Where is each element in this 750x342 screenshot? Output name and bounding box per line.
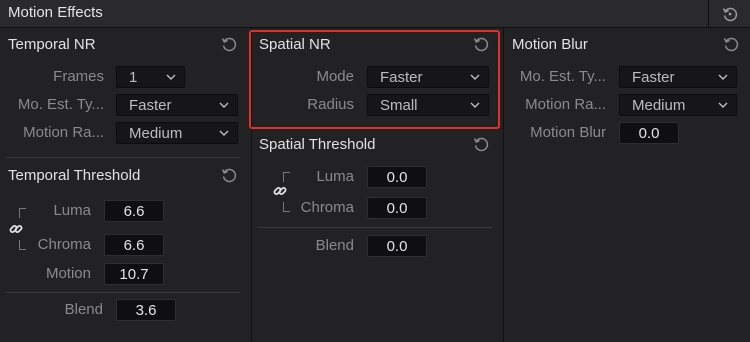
temporal-motion-field[interactable]: 10.7 [104,263,164,285]
window-title: Motion Effects [8,4,103,21]
motion-range-value: Medium [129,125,183,142]
reset-icon[interactable] [722,35,740,53]
mb-motion-range-label: Motion Ra... [525,96,606,113]
frames-value: 1 [129,69,138,86]
motion-range-dropdown[interactable]: Medium [116,122,238,144]
chevron-down-icon [219,102,229,108]
panel-divider [503,28,504,342]
section-divider [6,157,240,158]
temporal-chroma-field[interactable]: 6.6 [104,234,164,256]
mb-mo-est-type-dropdown[interactable]: Faster [619,66,737,88]
spatial-radius-label: Radius [307,96,354,113]
chevron-down-icon [470,102,480,108]
window-titlebar: Motion Effects [0,0,750,28]
chevron-down-icon [219,130,229,136]
spatial-blend-field[interactable]: 0.0 [367,235,427,257]
spatial-radius-value: Small [380,97,418,114]
link-icon[interactable] [273,184,287,198]
spatial-radius-dropdown[interactable]: Small [367,94,489,116]
temporal-threshold-title: Temporal Threshold [8,167,141,184]
spatial-luma-field[interactable]: 0.0 [367,166,427,188]
frames-dropdown[interactable]: 1 [116,66,185,88]
motion-blur-label: Motion Blur [530,124,606,141]
motion-blur-field[interactable]: 0.0 [619,122,679,144]
motion-range-label: Motion Ra... [23,124,104,141]
frames-label: Frames [53,68,104,85]
chevron-down-icon [470,74,480,80]
spatial-chroma-label: Chroma [300,199,354,216]
spatial-mode-value: Faster [380,69,423,86]
mb-motion-range-value: Medium [632,97,686,114]
mo-est-type-value: Faster [129,97,172,114]
spatial-blend-label: Blend [315,237,354,254]
spatial-nr-title: Spatial NR [259,36,331,53]
panel-divider [251,28,252,342]
temporal-motion-label: Motion [45,265,91,282]
section-divider [6,292,240,293]
chevron-down-icon [718,74,728,80]
temporal-blend-label: Blend [64,301,103,318]
reset-icon[interactable] [472,35,490,53]
mo-est-type-dropdown[interactable]: Faster [116,94,238,116]
spatial-mode-dropdown[interactable]: Faster [367,66,489,88]
reset-icon[interactable] [220,166,238,184]
spatial-luma-label: Luma [316,168,354,185]
reset-icon[interactable] [220,35,238,53]
mb-mo-est-type-value: Faster [632,69,675,86]
temporal-chroma-label: Chroma [37,236,91,253]
temporal-luma-label: Luma [53,202,91,219]
motion-blur-title: Motion Blur [512,36,588,53]
spatial-chroma-field[interactable]: 0.0 [367,197,427,219]
temporal-nr-title: Temporal NR [8,36,96,53]
chevron-down-icon [718,102,728,108]
temporal-blend-field[interactable]: 3.6 [116,299,176,321]
reset-arrow-icon [722,7,737,21]
spatial-threshold-title: Spatial Threshold [259,136,376,153]
reset-all-button[interactable] [708,0,750,27]
chevron-down-icon [166,74,176,80]
mo-est-type-label: Mo. Est. Ty... [17,96,104,113]
spatial-mode-label: Mode [316,68,354,85]
reset-icon[interactable] [472,135,490,153]
link-icon[interactable] [9,222,23,236]
mb-mo-est-type-label: Mo. Est. Ty... [519,68,606,85]
section-divider [258,227,492,228]
temporal-luma-field[interactable]: 6.6 [104,200,164,222]
mb-motion-range-dropdown[interactable]: Medium [619,94,737,116]
